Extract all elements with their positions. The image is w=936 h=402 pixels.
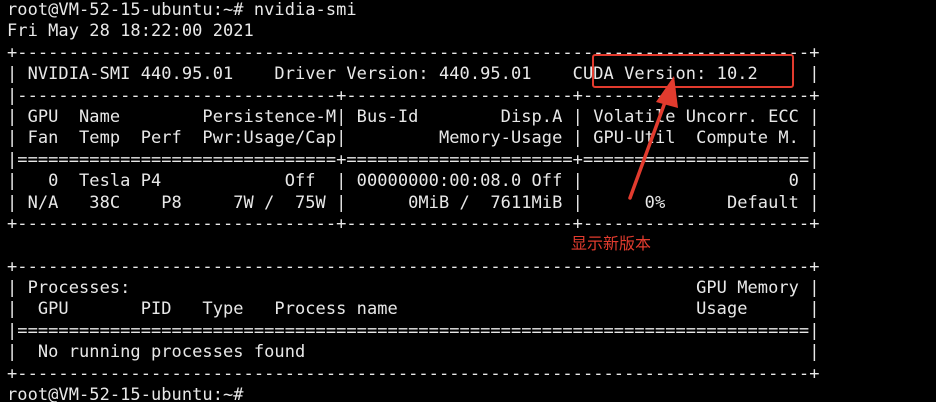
terminal-line-no-processes: | No running processes found | (7, 342, 820, 363)
terminal-line-date: Fri May 28 18:22:00 2021 (7, 21, 254, 42)
terminal-line-gpu-row-1: | 0 Tesla P4 Off | 00000000:00:08.0 Off … (7, 171, 820, 192)
terminal-line-header-2: | Fan Temp Perf Pwr:Usage/Cap| Memory-Us… (7, 128, 820, 149)
annotation-label: 显示新版本 (571, 234, 652, 253)
terminal-line-border-bottom: +-------------------------------+-------… (7, 213, 820, 234)
terminal-line-processes-rule: |=======================================… (7, 320, 820, 341)
terminal-line-separator: |-------------------------------+-------… (7, 85, 820, 106)
terminal-line-gpu-row-2: | N/A 38C P8 7W / 75W | 0MiB / 7611MiB |… (7, 192, 820, 213)
terminal-line-processes-title: | Processes: GPU Memory | (7, 278, 820, 299)
terminal-line-header-rule: |===============================+=======… (7, 149, 820, 170)
terminal-line-processes-header: | GPU PID Type Process name Usage | (7, 299, 820, 320)
cuda-version-highlight-box (592, 54, 794, 88)
terminal-line-prompt-command: root@VM-52-15-ubuntu:~# nvidia-smi (7, 0, 357, 20)
terminal-line-processes-border-top: +---------------------------------------… (7, 256, 820, 277)
terminal-line-processes-border-bottom: +---------------------------------------… (7, 363, 820, 384)
terminal-line-header-1: | GPU Name Persistence-M| Bus-Id Disp.A … (7, 106, 820, 127)
terminal-window[interactable]: root@VM-52-15-ubuntu:~# nvidia-smi Fri Ma… (0, 0, 936, 402)
terminal-line-prompt: root@VM-52-15-ubuntu:~# (7, 385, 244, 402)
